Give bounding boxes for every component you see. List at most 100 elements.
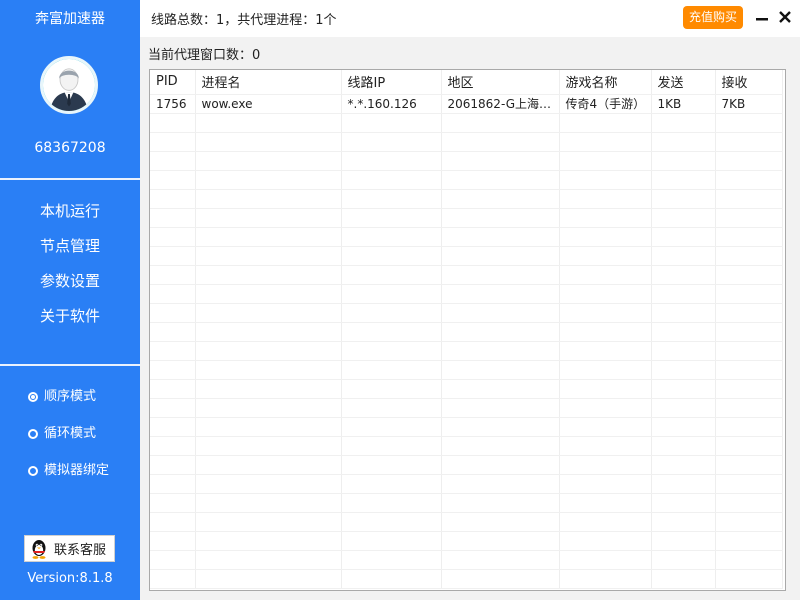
- empty-cell: [715, 322, 783, 342]
- recharge-button[interactable]: 充值购买: [683, 6, 743, 29]
- mode-emulator-bind[interactable]: 模拟器绑定: [28, 460, 109, 497]
- empty-cell: [441, 436, 560, 456]
- cell-route-ip: *.*.160.126: [341, 94, 442, 114]
- empty-cell: [651, 360, 716, 380]
- nav-about-software[interactable]: 关于软件: [40, 303, 100, 338]
- empty-cell: [651, 531, 716, 551]
- empty-cell: [715, 531, 783, 551]
- empty-cell: [441, 379, 560, 399]
- mode-sequential[interactable]: 顺序模式: [28, 386, 109, 423]
- nav-node-management[interactable]: 节点管理: [40, 233, 100, 268]
- minimize-button[interactable]: [753, 7, 771, 27]
- close-button[interactable]: [776, 7, 794, 27]
- cell-region: 2061862-G上海市电...: [441, 94, 560, 114]
- column-header[interactable]: 发送: [651, 70, 716, 95]
- empty-cell: [651, 170, 716, 190]
- empty-cell: [150, 436, 196, 456]
- radio-icon[interactable]: [28, 466, 38, 476]
- empty-cell: [559, 341, 652, 361]
- empty-table-row: [150, 246, 783, 266]
- empty-cell: [651, 436, 716, 456]
- nav-local-run[interactable]: 本机运行: [40, 198, 100, 233]
- radio-icon[interactable]: [28, 429, 38, 439]
- empty-cell: [715, 512, 783, 532]
- empty-cell: [195, 132, 342, 152]
- empty-cell: [559, 493, 652, 513]
- empty-cell: [341, 208, 442, 228]
- empty-cell: [559, 455, 652, 475]
- empty-cell: [715, 208, 783, 228]
- qq-penguin-icon: [32, 539, 46, 559]
- mode-label: 顺序模式: [44, 389, 97, 404]
- empty-cell: [341, 455, 442, 475]
- column-header[interactable]: 线路IP: [341, 70, 442, 95]
- contact-support-button[interactable]: 联系客服: [24, 535, 115, 562]
- empty-cell: [559, 151, 652, 171]
- radio-selected-icon[interactable]: [28, 392, 38, 402]
- empty-cell: [441, 474, 560, 494]
- column-header[interactable]: PID: [150, 70, 196, 95]
- empty-cell: [651, 208, 716, 228]
- empty-cell: [150, 208, 196, 228]
- empty-cell: [715, 455, 783, 475]
- empty-cell: [195, 436, 342, 456]
- empty-cell: [559, 379, 652, 399]
- empty-cell: [651, 569, 716, 589]
- column-header[interactable]: 接收: [715, 70, 783, 95]
- empty-cell: [715, 113, 783, 133]
- empty-cell: [651, 265, 716, 285]
- empty-cell: [150, 379, 196, 399]
- empty-table-row: [150, 474, 783, 494]
- empty-cell: [651, 113, 716, 133]
- empty-cell: [150, 322, 196, 342]
- empty-cell: [651, 379, 716, 399]
- user-id: 68367208: [34, 140, 106, 156]
- empty-cell: [195, 208, 342, 228]
- mode-loop[interactable]: 循环模式: [28, 423, 109, 460]
- empty-cell: [559, 265, 652, 285]
- empty-table-row: [150, 322, 783, 342]
- empty-cell: [341, 474, 442, 494]
- empty-table-row: [150, 531, 783, 551]
- empty-cell: [559, 512, 652, 532]
- avatar[interactable]: [40, 56, 98, 114]
- empty-cell: [341, 170, 442, 190]
- cell-sent: 1KB: [651, 94, 716, 114]
- column-header[interactable]: 地区: [441, 70, 560, 95]
- empty-cell: [441, 265, 560, 285]
- empty-cell: [195, 512, 342, 532]
- empty-cell: [195, 170, 342, 190]
- empty-cell: [195, 246, 342, 266]
- empty-cell: [341, 379, 442, 399]
- empty-cell: [715, 132, 783, 152]
- empty-table-row: [150, 265, 783, 285]
- empty-cell: [150, 550, 196, 570]
- empty-cell: [441, 303, 560, 323]
- empty-cell: [651, 417, 716, 437]
- empty-cell: [150, 227, 196, 247]
- empty-cell: [715, 474, 783, 494]
- empty-cell: [559, 208, 652, 228]
- empty-cell: [651, 512, 716, 532]
- empty-cell: [341, 151, 442, 171]
- column-header[interactable]: 游戏名称: [559, 70, 652, 95]
- empty-table-row: [150, 550, 783, 570]
- column-header[interactable]: 进程名: [195, 70, 342, 95]
- empty-cell: [341, 360, 442, 380]
- cell-process-name: wow.exe: [195, 94, 342, 114]
- nav-parameter-settings[interactable]: 参数设置: [40, 268, 100, 303]
- empty-cell: [341, 417, 442, 437]
- main-nav: 本机运行 节点管理 参数设置 关于软件: [40, 198, 100, 338]
- empty-cell: [559, 246, 652, 266]
- table-row[interactable]: 1756 wow.exe *.*.160.126 2061862-G上海市电..…: [150, 94, 783, 114]
- sidebar: 奔富加速器 68367208 本机运行 节点管理 参数设置 关于软件 顺序模式 …: [0, 0, 140, 600]
- empty-table-row: [150, 436, 783, 456]
- empty-cell: [715, 303, 783, 323]
- empty-cell: [441, 151, 560, 171]
- empty-table-row: [150, 284, 783, 304]
- empty-table-row: [150, 398, 783, 418]
- empty-cell: [150, 265, 196, 285]
- empty-cell: [559, 398, 652, 418]
- empty-cell: [441, 132, 560, 152]
- empty-cell: [195, 569, 342, 589]
